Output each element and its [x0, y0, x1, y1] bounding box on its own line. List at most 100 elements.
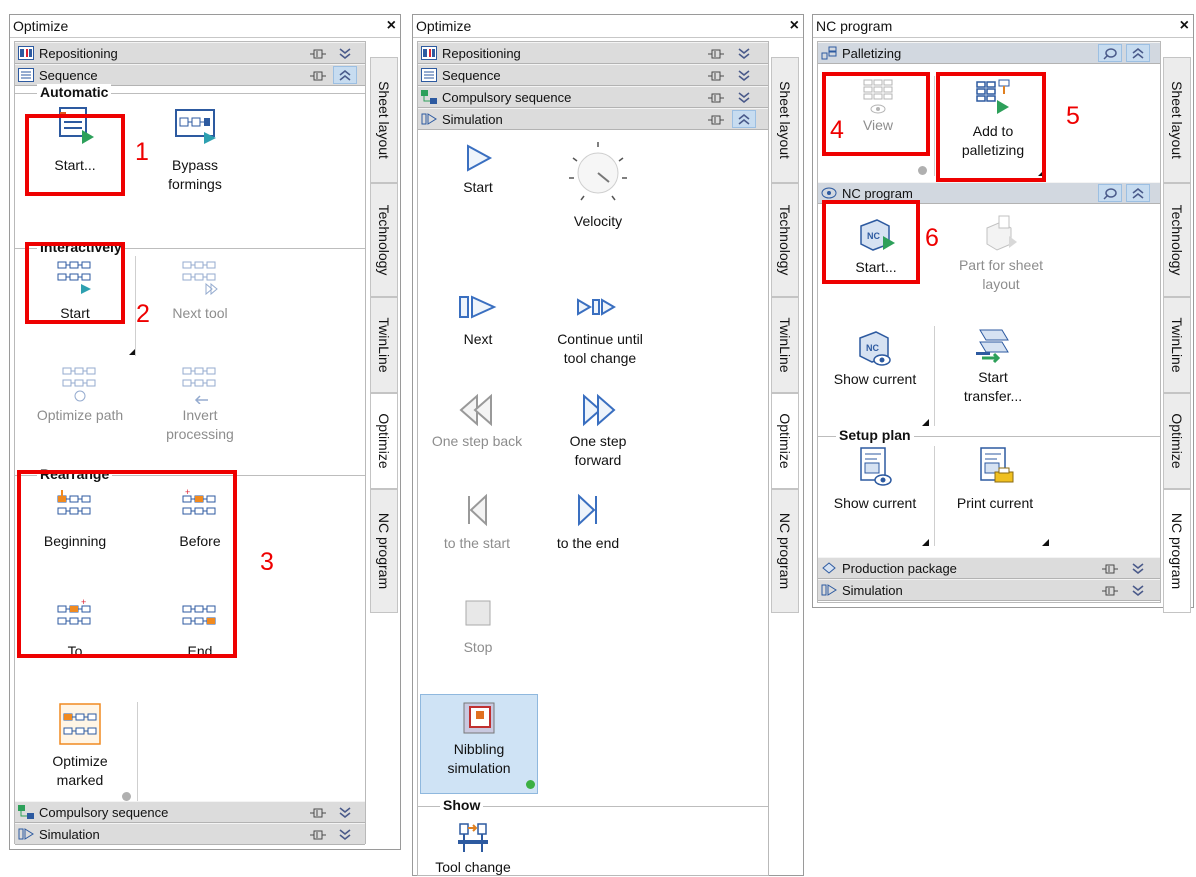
nibbling-simulation-button[interactable]: Nibbling simulation: [420, 702, 538, 778]
dropdown-indicator[interactable]: [922, 419, 929, 426]
pin-icon[interactable]: [310, 70, 326, 82]
close-icon[interactable]: ×: [387, 15, 396, 37]
collapse-button[interactable]: [1126, 44, 1150, 62]
button-label: Tool change: [435, 859, 511, 875]
print-current-button[interactable]: Print current: [938, 446, 1052, 513]
section-palletizing[interactable]: Palletizing: [818, 42, 1160, 64]
pin-icon[interactable]: [1102, 563, 1118, 575]
expand-icon[interactable]: [736, 68, 752, 83]
next-button[interactable]: Next: [428, 292, 528, 349]
status-dot: [526, 780, 535, 789]
expand-icon[interactable]: [1130, 583, 1146, 598]
part-for-sheet-layout-button[interactable]: Part for sheet layout: [936, 214, 1066, 294]
tab-optimize[interactable]: Optimize: [1163, 393, 1191, 489]
section-compulsory-sequence[interactable]: Compulsory sequence: [418, 86, 768, 108]
section-production-package[interactable]: Production package: [818, 557, 1160, 579]
pin-icon[interactable]: [310, 48, 326, 60]
section-label: Repositioning: [442, 46, 521, 61]
collapse-icon: [1132, 188, 1144, 199]
section-simulation[interactable]: Simulation: [818, 579, 1160, 601]
pin-icon[interactable]: [708, 48, 724, 60]
tab-technology[interactable]: Technology: [771, 183, 799, 297]
annotation-box-6: [822, 200, 920, 284]
tab-label: TwinLine: [777, 317, 793, 373]
tab-label: TwinLine: [1169, 317, 1185, 373]
pin-icon[interactable]: [1102, 585, 1118, 597]
tab-sheet-layout[interactable]: Sheet layout: [370, 57, 398, 183]
compulsory-sequence-icon: [18, 805, 34, 819]
collapse-button[interactable]: [333, 66, 357, 84]
pin-icon[interactable]: [708, 92, 724, 104]
close-icon[interactable]: ×: [790, 15, 799, 37]
tab-nc-program[interactable]: NC program: [370, 489, 398, 613]
button-label: Continue until: [557, 331, 643, 347]
tab-technology[interactable]: Technology: [370, 183, 398, 297]
pin-icon[interactable]: [310, 807, 326, 819]
section-simulation[interactable]: Simulation: [15, 823, 365, 845]
collapse-button[interactable]: [732, 110, 756, 128]
optimize-path-button[interactable]: Optimize path: [15, 364, 145, 425]
tool-change-button[interactable]: Tool change: [428, 818, 518, 877]
section-compulsory-sequence[interactable]: Compulsory sequence: [15, 801, 365, 823]
nibbling-icon: [463, 702, 495, 734]
pin-icon[interactable]: [310, 829, 326, 841]
section-repositioning[interactable]: Repositioning: [15, 42, 365, 64]
repositioning-icon: [18, 46, 34, 60]
expand-icon[interactable]: [736, 46, 752, 61]
to-the-end-button[interactable]: to the end: [538, 492, 638, 553]
expand-icon[interactable]: [736, 90, 752, 105]
to-the-start-button[interactable]: to the start: [418, 492, 536, 553]
expand-icon[interactable]: [337, 46, 353, 61]
tab-nc-program[interactable]: NC program: [1163, 489, 1191, 613]
sim-start-button[interactable]: Start: [428, 142, 528, 197]
section-label: Sequence: [442, 68, 501, 83]
bypass-formings-button[interactable]: Bypass formings: [145, 104, 245, 194]
collapse-button[interactable]: [1126, 184, 1150, 202]
pin-toggle-button[interactable]: [1098, 44, 1122, 62]
dropdown-indicator[interactable]: [1042, 539, 1049, 546]
pin-icon[interactable]: [708, 70, 724, 82]
section-simulation[interactable]: Simulation: [418, 108, 768, 130]
tab-twinline[interactable]: TwinLine: [771, 297, 799, 393]
stop-button[interactable]: Stop: [428, 598, 528, 657]
section-repositioning[interactable]: Repositioning: [418, 42, 768, 64]
expand-icon[interactable]: [1130, 561, 1146, 576]
one-step-forward-button[interactable]: One step forward: [538, 392, 658, 470]
button-label: layout: [982, 276, 1020, 292]
show-current-setup-button[interactable]: Show current: [820, 446, 930, 513]
pin-icon[interactable]: [708, 114, 724, 126]
continue-until-tool-change-button[interactable]: Continue until tool change: [530, 292, 670, 368]
section-label: Palletizing: [842, 46, 902, 61]
section-sequence[interactable]: Sequence: [15, 64, 365, 86]
one-step-back-button[interactable]: One step back: [418, 392, 536, 451]
optimize-marked-button[interactable]: Optimize marked: [30, 702, 130, 790]
tab-label: Technology: [777, 204, 793, 276]
next-tool-button[interactable]: Next tool: [155, 256, 245, 323]
tab-optimize[interactable]: Optimize: [370, 393, 398, 489]
show-current-nc-button[interactable]: NC Show current: [820, 326, 930, 389]
expand-icon[interactable]: [337, 827, 353, 842]
velocity-button[interactable]: Velocity: [538, 138, 658, 231]
invert-processing-button[interactable]: Invert processing: [155, 364, 245, 444]
pinned-icon: [1103, 188, 1117, 200]
section-sequence[interactable]: Sequence: [418, 64, 768, 86]
svg-text:NC: NC: [866, 343, 879, 353]
pin-toggle-button[interactable]: [1098, 184, 1122, 202]
tab-sheet-layout[interactable]: Sheet layout: [1163, 57, 1191, 183]
button-label: Nibbling: [453, 741, 505, 757]
tab-label: TwinLine: [376, 317, 392, 373]
tab-twinline[interactable]: TwinLine: [1163, 297, 1191, 393]
button-label: Show current: [833, 495, 917, 511]
tab-technology[interactable]: Technology: [1163, 183, 1191, 297]
close-icon[interactable]: ×: [1180, 15, 1189, 37]
tab-nc-program[interactable]: NC program: [771, 489, 799, 613]
start-transfer-button[interactable]: Start transfer...: [938, 326, 1048, 406]
tab-twinline[interactable]: TwinLine: [370, 297, 398, 393]
pinned-icon: [1103, 48, 1117, 60]
tab-optimize[interactable]: Optimize: [771, 393, 799, 489]
expand-icon[interactable]: [337, 805, 353, 820]
button-label: Stop: [463, 639, 493, 655]
tab-sheet-layout[interactable]: Sheet layout: [771, 57, 799, 183]
annotation-number-3: 3: [260, 548, 274, 576]
dropdown-indicator[interactable]: [922, 539, 929, 546]
